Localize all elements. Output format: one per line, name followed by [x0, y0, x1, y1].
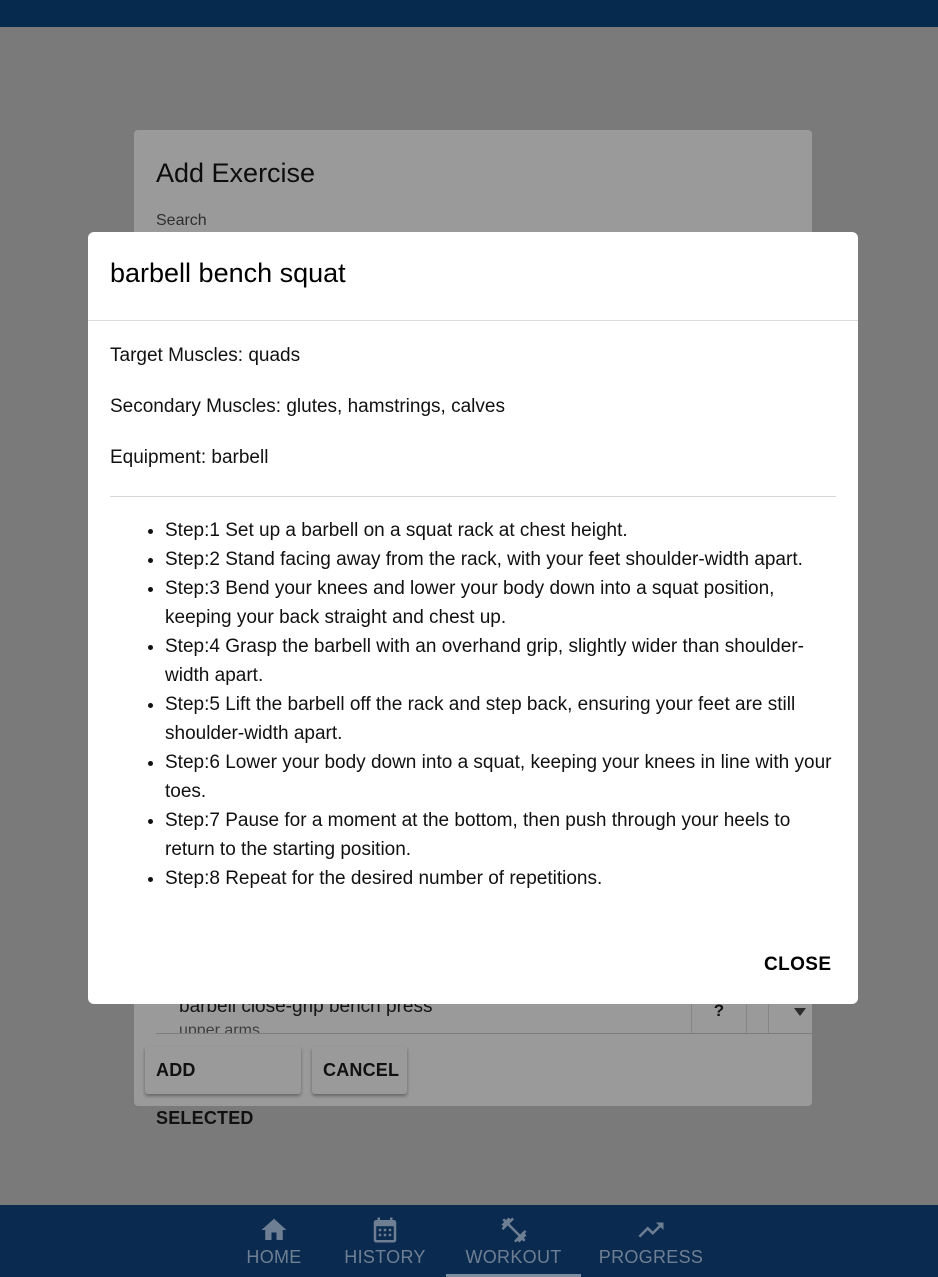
nav-item-home[interactable]: HOME: [232, 1205, 316, 1277]
chevron-down-icon[interactable]: [794, 1008, 806, 1016]
nav-item-history[interactable]: HISTORY: [338, 1205, 432, 1277]
secondary-muscles-text: Secondary Muscles: glutes, hamstrings, c…: [110, 396, 505, 417]
calendar-icon: [373, 1217, 397, 1243]
modal-header-divider: [88, 320, 858, 321]
modal-title: barbell bench squat: [110, 258, 346, 288]
nav-label-history: HISTORY: [344, 1247, 426, 1267]
add-exercise-title: Add Exercise: [156, 158, 316, 188]
nav-label-progress: PROGRESS: [598, 1247, 704, 1267]
top-app-bar: [0, 0, 938, 27]
nav-label-workout: WORKOUT: [465, 1247, 562, 1267]
search-label: Search: [156, 212, 207, 229]
trending-up-icon: [638, 1222, 664, 1238]
target-muscles-text: Target Muscles: quads: [110, 345, 301, 366]
instruction-step: Step:4 Grasp the barbell with an overhan…: [165, 632, 837, 690]
bottom-navigation: HOME HISTORY WORKOUT PROGRESS: [0, 1205, 938, 1277]
cancel-button[interactable]: CANCEL: [312, 1046, 407, 1094]
instruction-step: Step:5 Lift the barbell off the rack and…: [165, 690, 837, 748]
nav-label-home: HOME: [246, 1247, 302, 1267]
equipment-text: Equipment: barbell: [110, 447, 269, 468]
exercise-detail-modal: barbell bench squat Target Muscles: quad…: [88, 232, 858, 1004]
nav-item-progress[interactable]: PROGRESS: [596, 1205, 706, 1277]
home-icon: [261, 1218, 287, 1240]
exercise-body-part: upper arms: [179, 1022, 260, 1034]
instruction-steps-list: Step:1 Set up a barbell on a squat rack …: [165, 516, 837, 893]
dumbbell-icon: [501, 1217, 526, 1243]
instruction-step: Step:1 Set up a barbell on a squat rack …: [165, 516, 837, 545]
instruction-step: Step:7 Pause for a moment at the bottom,…: [165, 806, 837, 864]
instruction-step: Step:6 Lower your body down into a squat…: [165, 748, 837, 806]
info-divider: [110, 496, 836, 497]
nav-item-workout[interactable]: WORKOUT: [446, 1205, 581, 1277]
instruction-step: Step:8 Repeat for the desired number of …: [165, 864, 837, 893]
close-button[interactable]: CLOSE: [764, 954, 831, 976]
instruction-step: Step:2 Stand facing away from the rack, …: [165, 545, 837, 574]
add-selected-button[interactable]: ADD SELECTED: [145, 1046, 301, 1128]
instruction-step: Step:3 Bend your knees and lower your bo…: [165, 574, 837, 632]
